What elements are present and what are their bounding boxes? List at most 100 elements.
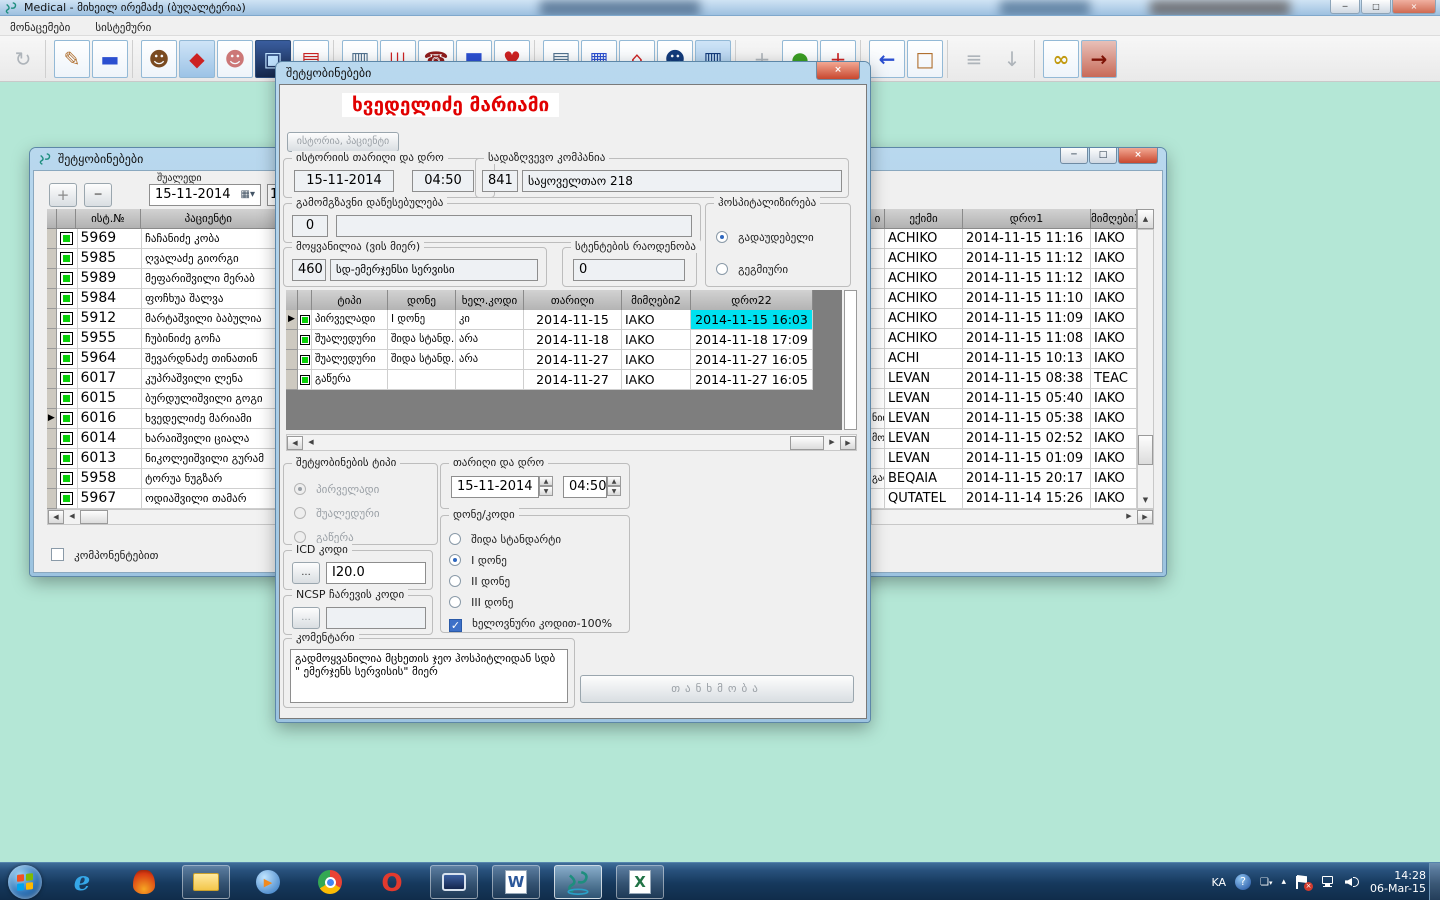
maximize-button[interactable]: □ <box>1361 0 1391 14</box>
radio-primary[interactable]: პირველადი <box>294 478 379 497</box>
refresh-icon[interactable]: ↻ <box>5 40 41 78</box>
remove-row-button[interactable]: ━ <box>84 183 112 207</box>
comment-textbox[interactable]: გადმოყვანილია მცხეთის ჯეო ჰოსპიტლიდან სდ… <box>290 649 568 703</box>
table-row[interactable]: 5969 ჩაჩანიძე კობა <box>47 229 277 249</box>
show-hidden-icons[interactable]: ▴ <box>1281 877 1286 887</box>
calendar-icon[interactable]: ▦▾ <box>241 186 255 204</box>
table-row[interactable]: 5989 მეფარიშვილი მერაბ <box>47 269 277 289</box>
ncsp-browse-button[interactable]: ... <box>292 607 320 629</box>
table-row[interactable]: 6015 ბურდულიშვილი გოგი <box>47 389 277 409</box>
column-header-ist[interactable]: ისტ.№ <box>76 209 140 229</box>
window-switch-icon[interactable]: ❏▾ <box>1260 877 1272 888</box>
table-row[interactable]: LEVAN 2014-11-15 08:38 TEAC <box>871 369 1154 389</box>
sender-code-field[interactable]: 0 <box>292 215 328 237</box>
stents-count-field[interactable]: 0 <box>573 259 685 281</box>
dialog-grid-row[interactable]: შუალედური შიდა სტანდ. არა 2014-11-18 IAK… <box>286 330 842 350</box>
sender-name-field[interactable] <box>336 215 692 237</box>
column-header-receiver[interactable]: მიმღები2 <box>622 290 691 312</box>
explorer-folder-icon[interactable] <box>182 865 230 899</box>
table-row[interactable]: LEVAN 2014-11-15 01:09 IAKO <box>871 449 1154 469</box>
dialog-grid-row[interactable]: ▶ პირველადი I დონე კი 2014-11-15 IAKO 20… <box>286 310 842 330</box>
history-date-field[interactable]: 15-11-2014 <box>294 170 394 192</box>
table-row[interactable]: ACHIKO 2014-11-15 11:12 IAKO <box>871 249 1154 269</box>
radio-level-1[interactable]: I დონე <box>449 549 507 568</box>
table-row[interactable]: 5955 ჩუბინიძე გოჩა <box>47 329 277 349</box>
scroll-right-button[interactable]: ▶ <box>824 436 840 450</box>
menu-system[interactable]: სისტემური <box>85 18 161 37</box>
table-row[interactable]: 6013 ნიკოლეიშვილი გურამ <box>47 449 277 469</box>
column-header-time[interactable]: დრო1 <box>963 209 1091 229</box>
action-center-icon[interactable]: × <box>1295 874 1311 890</box>
media-player-icon[interactable]: ▶ <box>244 865 292 899</box>
minimize-button[interactable]: ─ <box>1060 148 1088 164</box>
components-checkbox[interactable]: კომპონენტებით <box>51 544 158 563</box>
table-row[interactable]: ACHIKO 2014-11-15 11:08 IAKO <box>871 329 1154 349</box>
scroll-thumb[interactable] <box>80 510 108 524</box>
edit-document-icon[interactable]: ✎ <box>54 40 90 78</box>
radio-level-2[interactable]: II დონე <box>449 570 510 589</box>
column-header-doctor[interactable]: ექიმი <box>885 209 963 229</box>
vertical-scrollbar[interactable]: ▼ <box>1137 229 1154 509</box>
add-row-button[interactable]: + <box>49 183 77 207</box>
show-desktop-button[interactable] <box>1429 863 1440 900</box>
radio-icon[interactable] <box>716 231 728 243</box>
scroll-thumb[interactable] <box>1138 435 1153 465</box>
patient-icon[interactable]: ☻ <box>141 40 177 78</box>
medical-app-taskbar-icon[interactable] <box>554 865 602 899</box>
date-spinner[interactable]: ▲▼ <box>539 476 553 496</box>
column-header-frag[interactable]: ი <box>871 209 885 229</box>
start-button[interactable] <box>8 865 42 899</box>
ie-icon[interactable]: e <box>58 865 106 899</box>
scroll-down-button[interactable]: ▼ <box>1138 494 1153 508</box>
radio-icon[interactable] <box>449 533 461 545</box>
radio-urgent[interactable]: გადაუდებელი <box>716 226 814 245</box>
scroll-right-button[interactable]: ▶ <box>1121 510 1137 524</box>
column-header-type[interactable]: ტიპი <box>312 290 388 312</box>
scroll-thumb[interactable] <box>790 436 824 450</box>
checkbox-icon[interactable] <box>51 548 64 561</box>
radio-icon[interactable] <box>716 263 728 275</box>
table-row[interactable]: 5984 ფოჩხუა შალვა <box>47 289 277 309</box>
icd-code-field[interactable]: I20.0 <box>326 562 426 584</box>
menu-data[interactable]: მონაცემები <box>0 18 80 37</box>
dialog-grid-row[interactable]: გაწერა 2014-11-27 IAKO 2014-11-27 16:05 <box>286 370 842 390</box>
download-arrow-icon[interactable]: ↓ <box>994 40 1030 78</box>
dialog-grid-scrollbar[interactable]: ◀ ◀ ▶ ▶ <box>286 434 857 451</box>
table-row[interactable]: 5958 ტორუა ნუგზარ <box>47 469 277 489</box>
hospital-bed-icon[interactable]: ▬ <box>92 40 128 78</box>
history-patient-button[interactable]: ისტორია, პაციენტი <box>287 132 399 152</box>
date-spinner-field[interactable]: 15-11-2014 <box>451 476 539 498</box>
firewall-app-icon[interactable] <box>120 865 168 899</box>
scroll-left-button[interactable]: ◀ <box>64 510 80 524</box>
confirm-button[interactable]: თანხმობა <box>580 675 854 703</box>
table-row[interactable]: ACHIKO 2014-11-15 11:12 IAKO <box>871 269 1154 289</box>
table-row[interactable]: ACHIKO 2014-11-15 11:16 IAKO <box>871 229 1154 249</box>
horizontal-scrollbar[interactable]: ▶ ▶ <box>871 509 1154 525</box>
brought-code-field[interactable]: 460 <box>292 259 326 281</box>
dialog-close-button[interactable]: × <box>816 62 860 80</box>
maximize-button[interactable]: □ <box>1089 148 1117 164</box>
table-row[interactable]: 5912 მარტაშვილი ბაბულია <box>47 309 277 329</box>
time-spinner-field[interactable]: 04:50 <box>563 476 607 498</box>
dialog-grid-row[interactable]: შუალედური შიდა სტანდ. არა 2014-11-27 IAK… <box>286 350 842 370</box>
radio-icon[interactable] <box>449 554 461 566</box>
scroll-first-button[interactable]: ◀ <box>287 436 303 450</box>
scroll-last-button[interactable]: ▶ <box>840 436 856 450</box>
back-arrow-icon[interactable]: ← <box>869 40 905 78</box>
insurance-code-field[interactable]: 841 <box>482 170 518 192</box>
clock[interactable]: 14:28 06-Mar-15 <box>1370 869 1426 895</box>
table-row[interactable]: 5967 ოდიაშვილი თამარ <box>47 489 277 509</box>
opera-icon[interactable]: O <box>368 865 416 899</box>
radio-internal-standard[interactable]: შიდა სტანდარტი <box>449 528 561 547</box>
clipboard-icon[interactable]: □ <box>907 40 943 78</box>
chrome-icon[interactable] <box>306 865 354 899</box>
table-row[interactable]: 6014 ხარაიშვილი ციალა <box>47 429 277 449</box>
insurance-name-field[interactable]: საყოველთაო 218 <box>522 170 842 192</box>
time-spinner[interactable]: ▲▼ <box>607 476 621 496</box>
horizontal-scrollbar[interactable]: ◀ ◀ <box>47 509 277 525</box>
network-icon[interactable] <box>1320 874 1336 890</box>
column-header-date[interactable]: თარიღი <box>524 290 622 312</box>
column-header-receiver[interactable]: მიმღები1 <box>1091 209 1137 229</box>
manual-code-checkbox[interactable]: ✓ ხელოვნური კოდით-100% <box>449 612 612 632</box>
dialog-titlebar[interactable]: შეტყობინებები <box>276 62 870 84</box>
